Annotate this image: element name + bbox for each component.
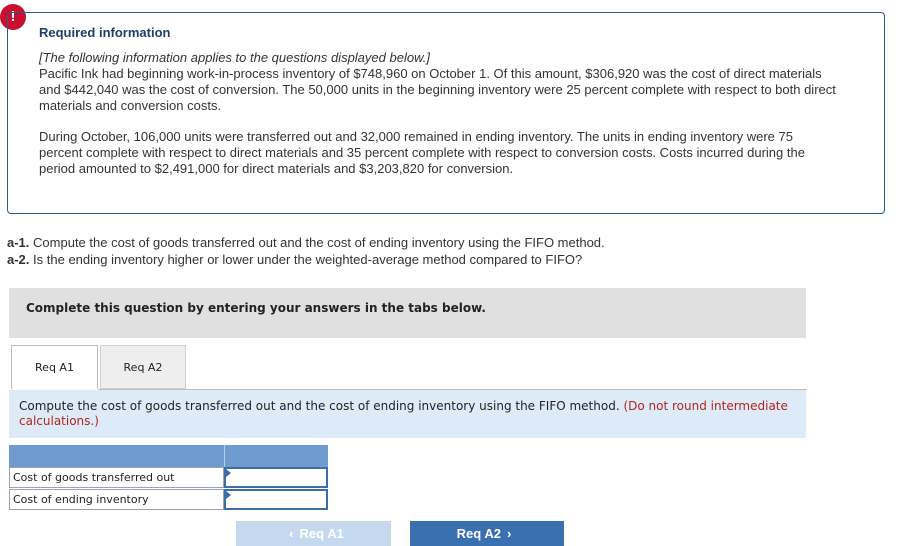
question-list: a-1. Compute the cost of goods transferr…	[7, 234, 605, 268]
header-divider	[224, 445, 225, 467]
input-marker-icon	[226, 469, 231, 477]
question-prompt: Compute the cost of goods transferred ou…	[9, 390, 806, 438]
next-button[interactable]: Req A2 ›	[410, 521, 564, 546]
transferred-out-input[interactable]	[224, 467, 328, 488]
question-a1: a-1. Compute the cost of goods transferr…	[7, 234, 605, 251]
input-marker-icon	[226, 491, 231, 499]
tab-req-a1[interactable]: Req A1	[11, 345, 98, 389]
info-title: Required information	[39, 25, 171, 40]
paragraph-1-text: Pacific Ink had beginning work-in-proces…	[39, 66, 836, 113]
tab-req-a2[interactable]: Req A2	[100, 345, 186, 389]
ending-inventory-input[interactable]	[224, 489, 328, 510]
row-label-ending: Cost of ending inventory	[9, 489, 224, 510]
prompt-text: Compute the cost of goods transferred ou…	[19, 399, 620, 413]
question-a2-label: a-2.	[7, 252, 30, 267]
next-button-label: Req A2	[456, 526, 501, 541]
chevron-right-icon: ›	[506, 526, 512, 541]
instruction-text: Complete this question by entering your …	[26, 301, 486, 315]
table-header	[9, 445, 328, 467]
info-paragraph-2: During October, 106,000 units were trans…	[39, 129, 805, 176]
intro-note: [The following information applies to th…	[39, 50, 430, 65]
question-a1-label: a-1.	[7, 235, 30, 250]
row-label-transferred: Cost of goods transferred out	[9, 467, 224, 488]
question-a1-text: Compute the cost of goods transferred ou…	[33, 235, 605, 250]
prev-button[interactable]: ‹ Req A1	[236, 521, 391, 546]
chevron-left-icon: ‹	[289, 526, 294, 541]
prev-button-label: Req A1	[299, 526, 344, 541]
question-a2: a-2. Is the ending inventory higher or l…	[7, 251, 605, 268]
instruction-bar: Complete this question by entering your …	[9, 288, 806, 338]
question-a2-text: Is the ending inventory higher or lower …	[33, 252, 583, 267]
info-paragraph-1: [The following information applies to th…	[39, 50, 839, 114]
